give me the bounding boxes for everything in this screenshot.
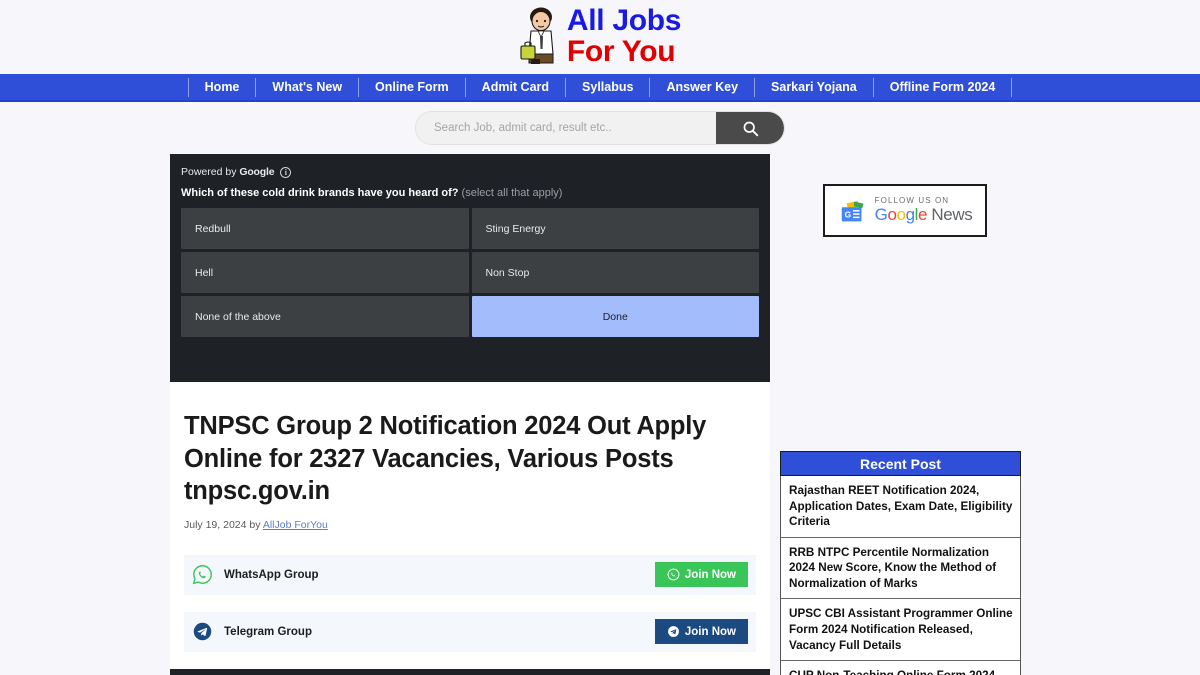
search-box[interactable] <box>415 111 785 145</box>
search-area <box>0 102 1200 154</box>
logo-line-2: For You <box>566 35 676 68</box>
recent-post-item-4[interactable]: CUP Non-Teaching Online Form 2024 <box>781 661 1020 675</box>
join-groups: WhatsApp Group Join Now Telegram Group J… <box>170 531 770 652</box>
survey-option-redbull[interactable]: Redbull <box>181 208 469 249</box>
join-now-label-whatsapp: Join Now <box>684 568 736 581</box>
telegram-icon-small <box>667 626 679 638</box>
main-column: Powered by Google i Which of these cold … <box>170 154 770 675</box>
powered-by-label: Powered by Google <box>181 166 275 178</box>
whatsapp-icon <box>192 565 212 585</box>
svg-text:G: G <box>844 209 851 219</box>
article-date: July 19, 2024 <box>184 518 247 531</box>
join-now-button-whatsapp[interactable]: Join Now <box>654 562 748 588</box>
google-brand-label: Google <box>239 166 275 178</box>
join-label-telegram: Telegram Group <box>224 625 312 638</box>
search-icon <box>743 121 758 136</box>
join-row-telegram: Telegram Group Join Now <box>184 611 756 652</box>
join-label-whatsapp: WhatsApp Group <box>224 568 319 581</box>
page-body: Powered by Google i Which of these cold … <box>0 154 1200 675</box>
main-navigation: Home What's New Online Form Admit Card S… <box>0 74 1200 102</box>
search-button[interactable] <box>716 112 784 144</box>
survey-hint-top: (select all that apply) <box>461 187 563 199</box>
article-author-link[interactable]: AllJob ForYou <box>263 519 328 531</box>
survey-option-hell[interactable]: Hell <box>181 252 469 293</box>
page-title: TNPSC Group 2 Notification 2024 Out Appl… <box>184 412 707 506</box>
page-root: All Jobs For You Home What's New Online … <box>0 0 1200 675</box>
news-word: News <box>927 204 973 224</box>
survey-done-button[interactable]: Done <box>471 296 759 337</box>
nav-item-offline-form-2024[interactable]: Offline Form 2024 <box>874 77 1013 97</box>
nav-item-sarkari-yojana[interactable]: Sarkari Yojana <box>755 77 874 97</box>
search-input[interactable] <box>416 112 716 144</box>
survey-option-sting-energy[interactable]: Sting Energy <box>471 208 759 249</box>
recent-post-item-3[interactable]: UPSC CBI Assistant Programmer Online For… <box>781 599 1020 662</box>
logo-line-1: All Jobs <box>566 4 682 38</box>
telegram-icon <box>193 623 212 641</box>
join-left-whatsapp: WhatsApp Group <box>192 564 319 585</box>
info-icon[interactable]: i <box>280 166 292 178</box>
survey-option-non-stop[interactable]: Non Stop <box>471 252 759 293</box>
content-shell: Powered by Google i Which of these cold … <box>170 154 1030 675</box>
nav-item-syllabus[interactable]: Syllabus <box>566 77 651 97</box>
join-now-label-telegram: Join Now <box>684 625 736 638</box>
join-row-whatsapp: WhatsApp Group Join Now <box>184 554 756 595</box>
sidebar: G FOLLOW US ON Google News Recent Post R… <box>780 154 1030 675</box>
survey-options-top: Redbull Sting Energy Hell Non Stop None … <box>181 208 759 337</box>
recent-post-heading: Recent Post <box>780 451 1021 476</box>
recent-post-list: Rajasthan REET Notification 2024, Applic… <box>780 476 1021 675</box>
survey-footer-space <box>181 337 759 382</box>
nav-item-admit-card[interactable]: Admit Card <box>466 77 567 97</box>
recent-post-item-2[interactable]: RRB NTPC Percentile Normalization 2024 N… <box>781 538 1020 600</box>
nav-item-answer-key[interactable]: Answer Key <box>650 77 756 97</box>
survey-widget-bottom: Powered by Google i Which of these cold … <box>170 668 770 675</box>
google-news-text: FOLLOW US ON Google News <box>874 196 973 224</box>
recent-post-widget: Recent Post Rajasthan REET Notification … <box>780 451 1021 675</box>
nav-item-online-form[interactable]: Online Form <box>359 77 466 97</box>
nav-item-home[interactable]: Home <box>187 77 257 97</box>
mascot-icon <box>520 7 554 64</box>
google-news-icon: G <box>841 200 863 221</box>
survey-question-top: Which of these cold drink brands have yo… <box>181 187 563 199</box>
join-left-telegram: Telegram Group <box>192 621 312 642</box>
google-news-follow-badge[interactable]: G FOLLOW US ON Google News <box>823 184 987 237</box>
survey-widget-top: Powered by Google i Which of these cold … <box>170 154 770 382</box>
whatsapp-icon-small <box>667 568 680 581</box>
survey-option-none-of-the-above[interactable]: None of the above <box>181 296 469 337</box>
google-news-brand: Google News <box>874 204 973 224</box>
site-header: All Jobs For You <box>0 0 1200 74</box>
survey-top-branding: Powered by Google i <box>181 166 759 187</box>
article-header: TNPSC Group 2 Notification 2024 Out Appl… <box>170 382 770 531</box>
nav-item-whats-new[interactable]: What's New <box>256 77 360 97</box>
join-now-button-telegram[interactable]: Join Now <box>654 619 748 645</box>
recent-post-item-1[interactable]: Rajasthan REET Notification 2024, Applic… <box>781 476 1020 538</box>
article-meta: July 19, 2024 by AllJob ForYou <box>184 518 328 531</box>
site-logo[interactable]: All Jobs For You <box>519 6 681 68</box>
nav-list: Home What's New Online Form Admit Card S… <box>187 73 1013 101</box>
